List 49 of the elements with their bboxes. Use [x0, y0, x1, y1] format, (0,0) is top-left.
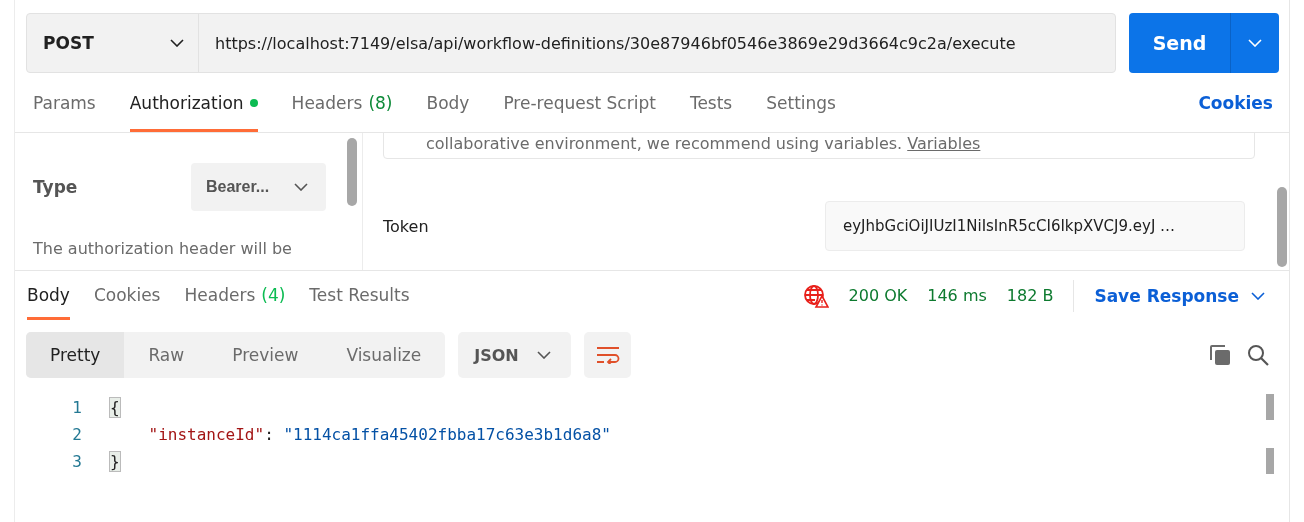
wrap-lines-button[interactable] [584, 332, 632, 378]
request-tab[interactable]: Params [33, 73, 96, 132]
cookies-link[interactable]: Cookies [1198, 92, 1273, 113]
response-tab[interactable]: Test Results [309, 271, 410, 320]
status-code: 200 OK [848, 286, 908, 305]
request-tab[interactable]: Headers (8) [291, 73, 393, 132]
caret-icon [537, 351, 552, 359]
json-key: "instanceId" [148, 425, 265, 444]
token-field[interactable]: eyJhbGciOiJIUzI1NiIsInR5cCI6IkpXVCJ9.eyJ … [825, 201, 1245, 251]
save-response-button[interactable]: Save Response [1094, 285, 1265, 306]
code-brace: { [110, 398, 120, 417]
json-colon: : [264, 425, 275, 444]
view-mode-tab[interactable]: Visualize [322, 332, 446, 378]
view-mode-tab[interactable]: Preview [208, 332, 323, 378]
response-tab[interactable]: Body [27, 271, 70, 320]
scrollbar[interactable] [347, 138, 357, 206]
auth-type-dropdown[interactable]: Bearer... [191, 163, 326, 211]
type-label: Type [33, 177, 78, 197]
request-tab[interactable]: Pre-request Script [503, 73, 656, 132]
wrap-icon [595, 346, 620, 364]
scrollbar[interactable] [1266, 394, 1274, 420]
copy-icon[interactable] [1209, 344, 1231, 366]
scrollbar[interactable] [1266, 448, 1274, 474]
request-tab[interactable]: Body [426, 73, 470, 132]
search-icon[interactable] [1247, 344, 1269, 366]
line-number: 2 [71, 425, 83, 444]
view-mode-tab[interactable]: Pretty [26, 332, 125, 378]
request-tab[interactable]: Tests [689, 73, 733, 132]
response-tab[interactable]: Headers (4) [184, 271, 286, 320]
variables-link[interactable]: Variables [907, 134, 981, 153]
caret-icon [1251, 291, 1265, 300]
line-number: 1 [71, 398, 83, 417]
token-label: Token [383, 216, 429, 236]
scrollbar[interactable] [1277, 187, 1287, 267]
response-size: 182 B [1006, 286, 1054, 305]
view-mode-tab[interactable]: Raw [124, 332, 209, 378]
line-number: 3 [71, 452, 83, 471]
response-time: 146 ms [927, 286, 987, 305]
request-tab[interactable]: Settings [766, 73, 836, 132]
caret-icon [1248, 39, 1262, 47]
request-tab[interactable]: Authorization [129, 73, 258, 132]
code-brace: } [110, 452, 120, 471]
auth-description: The authorization header will be [33, 239, 293, 258]
notice-text: collaborative environment, we recommend using variables. [426, 134, 903, 153]
globe-warning-icon [802, 283, 829, 308]
json-string: "1114ca1ffa45402fbba17c63e3b1d6a8" [283, 425, 611, 444]
caret-icon [294, 183, 308, 191]
response-tab[interactable]: Cookies [93, 271, 161, 320]
format-dropdown[interactable]: JSON [458, 332, 572, 378]
